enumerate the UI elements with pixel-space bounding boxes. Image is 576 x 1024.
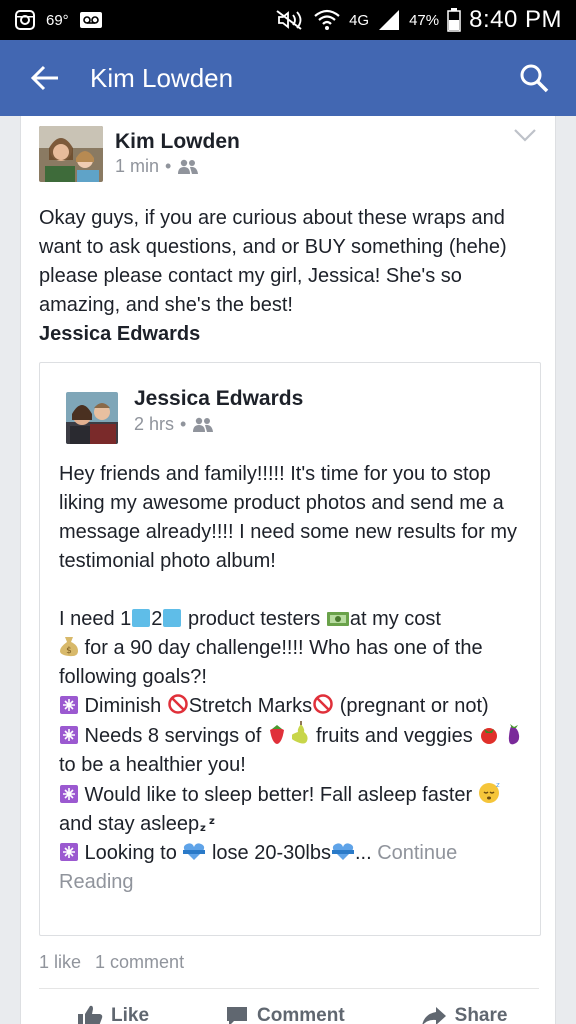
post-meta: 1 min • xyxy=(115,156,199,177)
clock: 8:40 PM xyxy=(469,6,562,33)
comments-count[interactable]: 1 comment xyxy=(95,952,184,973)
post-body: Okay guys, if you are curious about thes… xyxy=(39,204,539,349)
money-bag-icon: $ xyxy=(60,637,78,657)
strawberry-icon xyxy=(269,725,284,744)
profile-photo-icon xyxy=(39,126,103,182)
wifi-icon xyxy=(314,9,340,30)
shared-line: Would like to sleep better! Fall asleep … xyxy=(59,780,529,839)
shared-time[interactable]: 2 hrs xyxy=(134,414,174,435)
likes-count[interactable]: 1 like xyxy=(39,952,81,973)
shared-author[interactable]: Jessica Edwards xyxy=(134,387,303,411)
sleeping-face-icon: z xyxy=(478,781,500,803)
svg-text:z: z xyxy=(200,823,206,833)
share-arrow-icon xyxy=(422,1007,446,1024)
keycap-icon xyxy=(132,609,151,627)
status-bar: 69° 4G 47% 8:40 PM xyxy=(0,0,576,40)
sparkle-icon xyxy=(60,696,78,714)
comment-button[interactable]: Comment xyxy=(187,1005,383,1024)
separator-dot: • xyxy=(180,414,187,434)
shared-meta: 2 hrs • xyxy=(134,414,214,435)
shared-body: Hey friends and family!!!!! It's time fo… xyxy=(59,460,529,897)
network-type: 4G xyxy=(349,11,370,29)
friends-icon xyxy=(193,417,214,432)
page-title: Kim Lowden xyxy=(90,62,234,93)
svg-text:z: z xyxy=(209,816,215,827)
instagram-icon xyxy=(15,10,35,30)
shared-avatar[interactable] xyxy=(66,392,118,444)
share-button[interactable]: Share xyxy=(383,1005,546,1024)
sparkle-icon xyxy=(60,843,78,861)
post-card: Kim Lowden 1 min • Okay guys, if you are… xyxy=(20,116,556,1024)
zzz-icon: zz xyxy=(200,816,215,833)
battery-percent: 47% xyxy=(409,11,440,29)
chevron-down-icon[interactable] xyxy=(513,128,537,142)
thumbs-up-icon xyxy=(78,1005,103,1024)
shared-line: I need 12 product testers at my cost xyxy=(59,608,441,630)
tagged-person-link[interactable]: Jessica Edwards xyxy=(39,320,539,349)
prohibited-icon xyxy=(168,694,188,714)
search-icon xyxy=(520,64,549,93)
svg-text:$: $ xyxy=(66,646,72,656)
prohibited-icon xyxy=(313,694,333,714)
divider xyxy=(39,988,539,989)
comment-icon xyxy=(227,1007,248,1024)
temperature: 69° xyxy=(46,11,69,29)
tomato-icon xyxy=(481,728,498,744)
app-bar: Kim Lowden xyxy=(0,40,576,116)
arrow-left-icon xyxy=(30,65,58,91)
back-button[interactable] xyxy=(0,40,90,116)
reaction-counts: 1 like 1 comment xyxy=(39,952,184,973)
shared-post[interactable]: Jessica Edwards 2 hrs • Hey friends and … xyxy=(39,362,541,936)
post-actions: Like Comment Share xyxy=(39,996,539,1024)
battery-icon xyxy=(447,8,461,32)
post-time[interactable]: 1 min xyxy=(115,156,159,177)
blue-heart-ribbon-icon xyxy=(183,843,206,860)
post-message: Okay guys, if you are curious about thes… xyxy=(39,207,507,316)
shared-line: Diminish Stretch Marks (pregnant or not) xyxy=(59,692,529,721)
money-icon xyxy=(326,612,349,626)
sparkle-icon xyxy=(60,726,78,744)
sparkle-icon xyxy=(60,785,78,803)
pear-icon xyxy=(292,721,308,744)
like-button[interactable]: Like xyxy=(39,1004,187,1024)
signal-icon xyxy=(379,10,400,30)
post-author[interactable]: Kim Lowden xyxy=(115,130,240,154)
separator-dot: • xyxy=(165,156,172,176)
voicemail-icon xyxy=(79,12,102,28)
avatar[interactable] xyxy=(39,126,103,182)
svg-text:z: z xyxy=(496,781,500,789)
blue-heart-ribbon-icon xyxy=(331,843,354,860)
mute-icon xyxy=(276,10,302,30)
eggplant-icon xyxy=(508,724,520,745)
shared-line: Needs 8 servings of fruits and veggies t… xyxy=(59,721,529,780)
shared-line: Looking to lose 20-30lbs... Continue Rea… xyxy=(59,842,458,893)
shared-paragraph: Hey friends and family!!!!! It's time fo… xyxy=(59,463,517,572)
friends-icon xyxy=(178,159,199,174)
search-button[interactable] xyxy=(492,40,576,116)
shared-line: $ for a 90 day challenge!!!! Who has one… xyxy=(59,637,483,688)
keycap-icon xyxy=(163,609,182,627)
profile-photo-icon xyxy=(66,392,118,444)
